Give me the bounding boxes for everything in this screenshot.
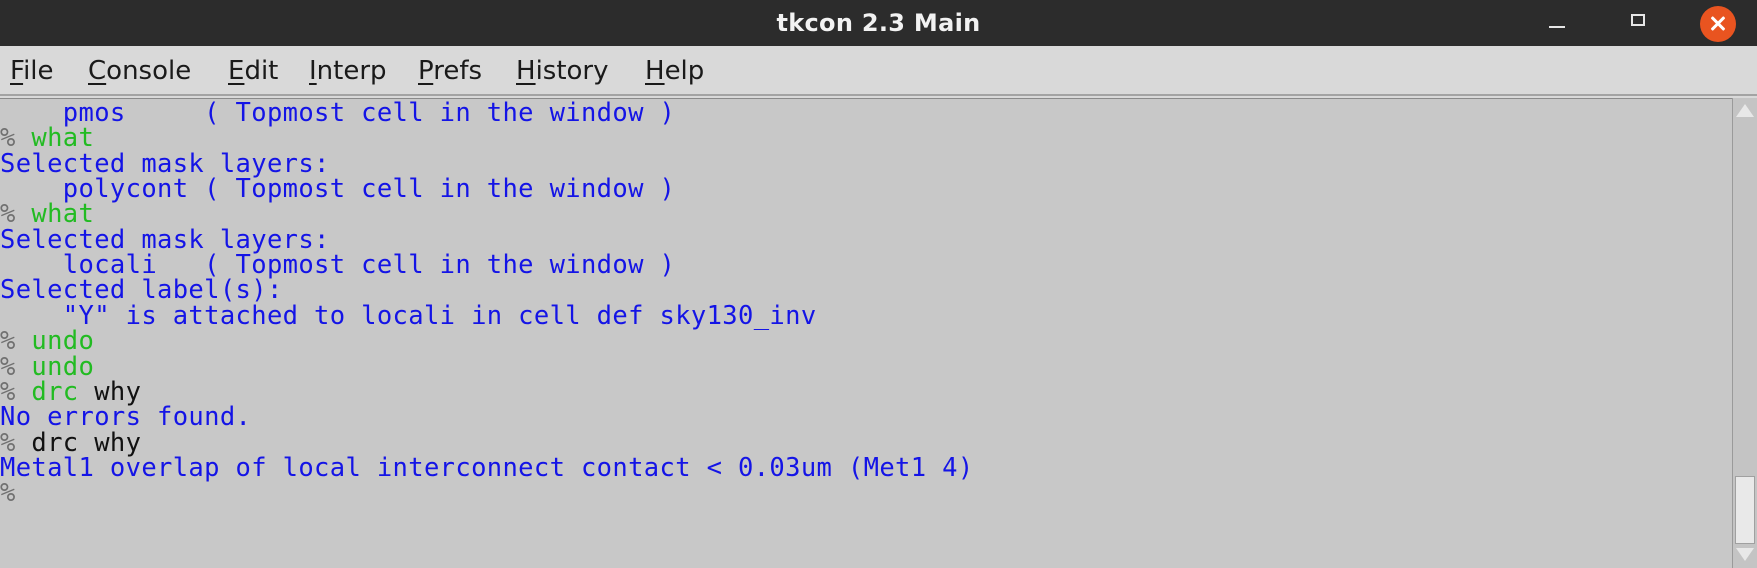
menu-label-rest: ile: [23, 56, 54, 86]
menu-label-rest: nterp: [316, 56, 387, 86]
menu-mnemonic: H: [645, 56, 665, 86]
menu-label-rest: istory: [535, 56, 609, 86]
window-title: tkcon 2.3 Main: [776, 9, 981, 37]
menu-history[interactable]: History: [516, 46, 609, 94]
minimize-button[interactable]: [1534, 0, 1580, 46]
console-output-text: pmos ( Topmost cell in the window ): [0, 98, 676, 128]
menu-console[interactable]: Console: [88, 46, 191, 94]
console-output[interactable]: pmos ( Topmost cell in the window )% wha…: [0, 98, 1732, 568]
menu-mnemonic: C: [88, 56, 107, 86]
menu-help[interactable]: Help: [645, 46, 704, 94]
menu-label-rest: refs: [433, 56, 483, 86]
close-icon: [1700, 6, 1736, 42]
menu-prefs[interactable]: Prefs: [418, 46, 482, 94]
menu-bar: File Console Edit Interp Prefs History Help: [0, 46, 1757, 96]
title-bar[interactable]: tkcon 2.3 Main: [0, 0, 1757, 46]
minimize-icon: [1549, 26, 1565, 28]
close-button[interactable]: [1697, 0, 1743, 46]
menu-mnemonic: P: [418, 56, 434, 86]
menu-mnemonic: F: [10, 56, 24, 86]
console-prompt: %: [0, 478, 16, 509]
console-line: %: [0, 479, 16, 507]
menu-label-rest: dit: [244, 56, 279, 86]
scroll-down-arrow-icon[interactable]: [1736, 548, 1754, 561]
menu-label-rest: onsole: [106, 56, 192, 86]
menu-label-rest: elp: [664, 56, 705, 86]
console-line: Metal1 overlap of local interconnect con…: [0, 454, 974, 482]
menu-interp[interactable]: Interp: [309, 46, 387, 94]
menu-file[interactable]: File: [10, 46, 54, 94]
scrollbar-thumb[interactable]: [1735, 476, 1755, 544]
console-line: pmos ( Topmost cell in the window ): [0, 99, 675, 127]
console-output-text: "Y" is attached to locali in cell def sk…: [0, 300, 817, 331]
vertical-scrollbar[interactable]: [1732, 98, 1757, 568]
console-output-text: polycont ( Topmost cell in the window ): [0, 174, 676, 205]
console-line: "Y" is attached to locali in cell def sk…: [0, 302, 817, 330]
maximize-button[interactable]: [1616, 0, 1662, 46]
tkcon-window: tkcon 2.3 Main File Console Edit Interp Pref…: [0, 0, 1757, 568]
menu-mnemonic: H: [516, 56, 536, 86]
maximize-icon: [1631, 14, 1645, 26]
menu-mnemonic: I: [309, 56, 317, 86]
scroll-up-arrow-icon[interactable]: [1736, 104, 1754, 117]
menu-mnemonic: E: [228, 56, 245, 86]
console-line: polycont ( Topmost cell in the window ): [0, 175, 675, 203]
menu-edit[interactable]: Edit: [228, 46, 278, 94]
console-output-text: Metal1 overlap of local interconnect con…: [0, 452, 974, 483]
